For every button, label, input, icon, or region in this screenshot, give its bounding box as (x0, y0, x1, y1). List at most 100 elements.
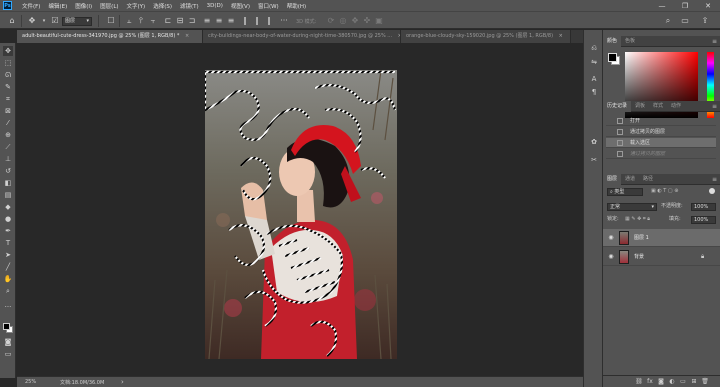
panel-menu-icon[interactable]: ≡ (712, 174, 717, 185)
menu-layer[interactable]: 图层(L) (96, 2, 122, 10)
menu-type[interactable]: 文字(Y) (123, 2, 150, 10)
menu-help[interactable]: 帮助(H) (283, 2, 310, 10)
crop-tool-icon[interactable]: ⌗ (3, 94, 13, 104)
distribute-top-icon[interactable]: ≡ (202, 16, 212, 26)
fill-input[interactable]: 100% (691, 216, 716, 224)
minimize-button[interactable]: — (651, 0, 673, 11)
adjustment-layer-icon[interactable]: ◐ (668, 378, 676, 386)
3d-slide-icon[interactable]: ✜ (362, 16, 372, 26)
menu-window[interactable]: 窗口(W) (254, 2, 283, 10)
delete-layer-icon[interactable]: 🗑︎ (701, 378, 709, 386)
layer-name[interactable]: 图层 1 (634, 234, 649, 241)
new-layer-icon[interactable]: ⊞ (690, 378, 698, 386)
tab-paths[interactable]: 路径 (639, 174, 657, 185)
tab-channels[interactable]: 通道 (621, 174, 639, 185)
tab-history[interactable]: 历史记录 (603, 101, 632, 112)
color-panel-foreground-swatch[interactable] (608, 53, 617, 62)
character-panel-icon[interactable]: A (588, 74, 600, 85)
line-tool-icon[interactable]: ╱ (3, 262, 13, 272)
gradient-tool-icon[interactable]: ▤ (3, 190, 13, 200)
3d-roll-icon[interactable]: ◎ (338, 16, 348, 26)
clone-stamp-tool-icon[interactable]: ⊥ (3, 154, 13, 164)
menu-3d[interactable]: 3D(D) (203, 3, 227, 9)
history-item-undone[interactable]: 通过拷贝的图层 (606, 149, 716, 159)
menu-select[interactable]: 选择(S) (149, 2, 176, 10)
3d-scale-icon[interactable]: ▣ (374, 16, 384, 26)
tab-orange-sky[interactable]: orange-blue-cloudy-sky-159020.jpg @ 25% … (401, 30, 571, 43)
auto-select-checkbox[interactable]: ☑ (50, 16, 60, 26)
align-bottom-icon[interactable]: ⫟ (148, 16, 158, 26)
workspace-icon[interactable]: ▭ (680, 16, 690, 26)
tool-preset-dropdown-icon[interactable]: ▾ (39, 16, 49, 26)
history-item-selected[interactable]: 载入选区 (606, 138, 716, 148)
document-image[interactable] (205, 70, 397, 359)
foreground-color-swatch[interactable] (3, 323, 10, 330)
align-middle-icon[interactable]: ⫯ (136, 16, 146, 26)
tab-actions[interactable]: 动作 (667, 101, 685, 112)
move-tool-icon[interactable]: ✥ (3, 46, 13, 56)
lock-options-icons[interactable]: ▦ ✎ ✥ ⌗ 🔒︎ (625, 215, 650, 224)
history-brush-tool-icon[interactable]: ↺ (3, 166, 13, 176)
align-right-icon[interactable]: ⊐ (187, 16, 197, 26)
hand-tool-icon[interactable]: ✋ (3, 274, 13, 284)
history-item[interactable]: 打开 (606, 116, 716, 126)
tab-layers[interactable]: 图层 (603, 174, 622, 185)
quick-selection-tool-icon[interactable]: ✎ (3, 82, 13, 92)
search-icon[interactable]: ⌕ (663, 16, 673, 26)
move-tool-icon[interactable]: ✥ (27, 16, 37, 26)
paragraph-panel-icon[interactable]: ¶ (588, 87, 600, 98)
zoom-tool-icon[interactable]: ⌕ (3, 286, 13, 296)
marquee-tool-icon[interactable]: ⬚ (3, 58, 13, 68)
dodge-tool-icon[interactable]: ● (3, 214, 13, 224)
opacity-input[interactable]: 100% (691, 203, 716, 211)
align-center-icon[interactable]: ⊟ (175, 16, 185, 26)
tab-adult-dress[interactable]: adult-beautiful-cute-dress-341970.jpg @ … (17, 30, 203, 43)
restore-button[interactable]: ❐ (674, 0, 696, 11)
tab-color[interactable]: 颜色 (603, 36, 622, 47)
distribute-right-icon[interactable]: ‖ (264, 16, 274, 26)
tab-adjustments[interactable]: 调板 (631, 101, 649, 112)
path-selection-tool-icon[interactable]: ➤ (3, 250, 13, 260)
add-mask-icon[interactable]: ◙ (657, 378, 665, 386)
healing-brush-tool-icon[interactable]: ⊕ (3, 130, 13, 140)
layer-row-background[interactable]: ◉ 背景 🔒︎ (603, 248, 720, 266)
distribute-left-icon[interactable]: ‖ (240, 16, 250, 26)
history-panel-icon[interactable]: ⎌ (588, 43, 600, 54)
adjustments-panel-icon[interactable]: ⇋ (588, 57, 600, 68)
show-transform-controls-checkbox[interactable]: ☐ (106, 16, 116, 26)
screen-mode-icon[interactable]: ▭ (3, 349, 13, 359)
lasso-tool-icon[interactable]: ᘏ (3, 70, 13, 80)
zoom-level[interactable]: 25% (25, 379, 36, 385)
distribute-center-icon[interactable]: ‖ (252, 16, 262, 26)
share-icon[interactable]: ⇪ (700, 16, 710, 26)
menu-file[interactable]: 文件(F) (18, 2, 44, 10)
eyedropper-tool-icon[interactable]: ⁄ (3, 118, 13, 128)
new-group-icon[interactable]: ▭ (679, 378, 687, 386)
tab-swatches[interactable]: 色板 (621, 36, 639, 47)
blur-tool-icon[interactable]: ◆ (3, 202, 13, 212)
close-tab-icon[interactable]: × (559, 33, 563, 39)
tab-city-buildings[interactable]: city-buildings-near-body-of-water-during… (203, 30, 401, 43)
layer-filter-icons[interactable]: ▣ ◐ T ▢ ⊕ (651, 187, 678, 196)
tool-presets-icon[interactable]: ✂ (588, 155, 600, 166)
3d-pan-icon[interactable]: ✥ (350, 16, 360, 26)
brush-tool-icon[interactable]: ⟋ (3, 142, 13, 152)
layer-filter-dropdown[interactable]: ⌕ 类型 (607, 188, 643, 196)
distribute-bottom-icon[interactable]: ≡ (226, 16, 236, 26)
eraser-tool-icon[interactable]: ◧ (3, 178, 13, 188)
distribute-middle-icon[interactable]: ≡ (214, 16, 224, 26)
layer-name[interactable]: 背景 (634, 253, 644, 260)
brush-settings-icon[interactable]: ✿ (588, 137, 600, 148)
home-icon[interactable]: ⌂ (7, 16, 17, 26)
pen-tool-icon[interactable]: ✒ (3, 226, 13, 236)
panel-menu-icon[interactable]: ≡ (712, 36, 717, 47)
visibility-eye-icon[interactable]: ◉ (607, 234, 615, 242)
menu-image[interactable]: 图像(I) (71, 2, 96, 10)
layer-row-layer1[interactable]: ◉ 图层 1 (603, 229, 720, 247)
quick-mask-icon[interactable]: ◙ (3, 337, 13, 347)
frame-tool-icon[interactable]: ⊠ (3, 106, 13, 116)
align-left-icon[interactable]: ⊏ (163, 16, 173, 26)
blend-mode-dropdown[interactable]: 正常 ▾ (607, 203, 657, 211)
align-top-icon[interactable]: ⫠ (124, 16, 134, 26)
close-button[interactable]: ✕ (697, 0, 719, 11)
